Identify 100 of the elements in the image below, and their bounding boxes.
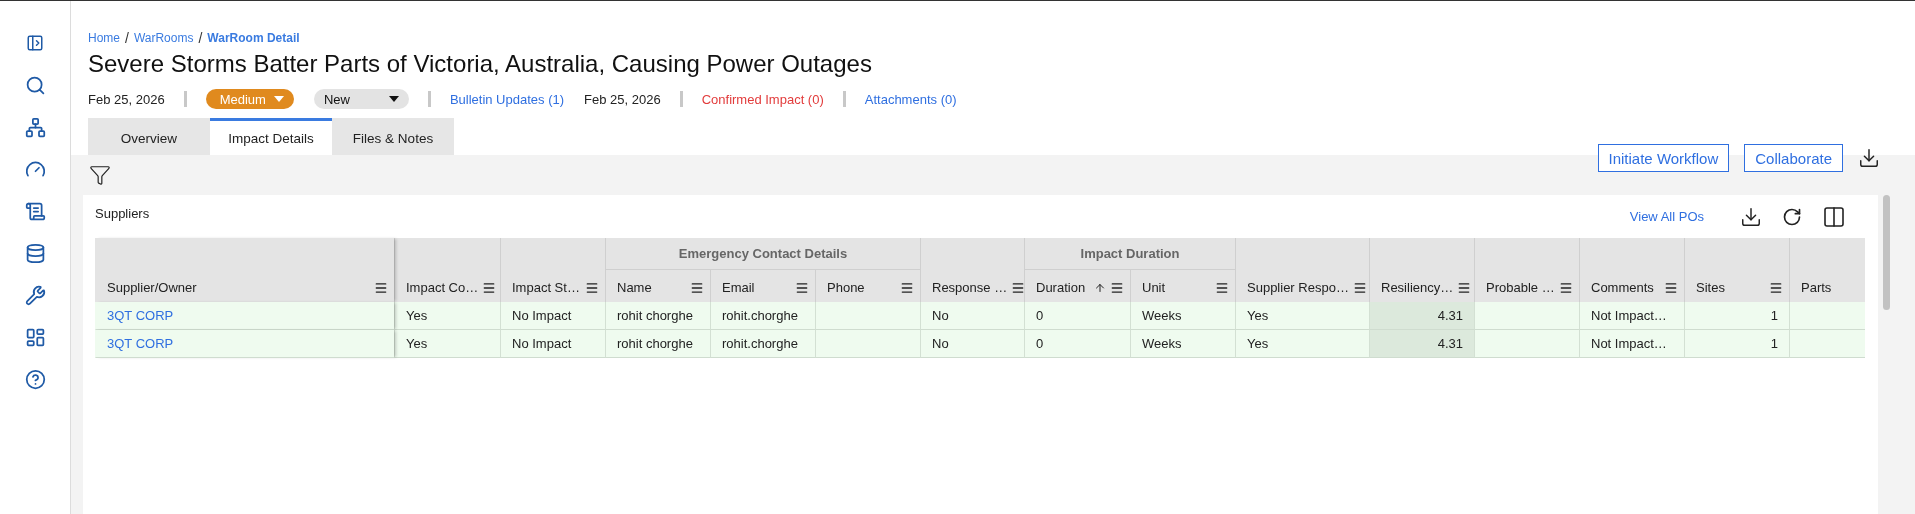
cell-text: 4.31 <box>1437 308 1463 323</box>
column-menu-icon[interactable] <box>1559 281 1573 295</box>
column-menu-icon[interactable] <box>1011 281 1026 295</box>
breadcrumb-link[interactable]: WarRoom Detail <box>207 31 300 45</box>
date-text: Feb 25, 2026 <box>584 91 661 107</box>
breadcrumb-separator: / <box>125 30 129 46</box>
status-dropdown[interactable]: New <box>313 89 409 109</box>
column-label: Parts <box>1801 280 1833 296</box>
column-menu-icon[interactable] <box>1664 281 1678 295</box>
column-header[interactable]: Email <box>710 270 815 302</box>
cell-text: No Impact <box>512 308 572 323</box>
column-menu-icon[interactable] <box>1352 281 1367 295</box>
column-label: Comments <box>1591 280 1655 296</box>
column-menu-icon[interactable] <box>900 281 914 295</box>
cell-text: No Impact <box>512 336 572 351</box>
column-header[interactable]: Unit <box>1130 270 1235 302</box>
breadcrumb-link[interactable]: Home <box>88 31 120 45</box>
action-button[interactable]: Collaborate <box>1744 144 1843 172</box>
columns-icon[interactable] <box>1822 204 1846 229</box>
column-label: Email <box>722 280 756 296</box>
card-title: Suppliers <box>95 206 150 221</box>
column-header[interactable]: Resiliency… <box>1369 238 1474 302</box>
page-title: Severe Storms Batter Parts of Victoria, Australia, Causing Power Outages <box>88 50 873 78</box>
column-menu-icon[interactable] <box>1769 281 1783 295</box>
column-header[interactable]: Supplier Respo… <box>1235 238 1369 302</box>
cell-text: Not Impact… <box>1591 308 1667 323</box>
refresh-icon[interactable] <box>1782 206 1802 227</box>
sort-ascending-icon <box>1094 282 1106 294</box>
breadcrumb-separator: / <box>198 30 203 46</box>
link[interactable]: Attachments (0) <box>864 91 957 107</box>
cell-text: 1 <box>1770 308 1778 323</box>
cell-text: rohit chorghe <box>617 308 693 323</box>
column-header[interactable]: Phone <box>815 270 920 302</box>
cell-text: No <box>932 308 949 323</box>
cell-text: rohit.chorghe <box>722 308 798 323</box>
column-header[interactable]: Duration <box>1024 270 1130 302</box>
column-menu-icon[interactable] <box>795 281 809 295</box>
column-label: Supplier/Owner <box>107 280 198 296</box>
cell-text: Yes <box>1247 308 1269 323</box>
column-label: Resiliency… <box>1381 280 1454 296</box>
cell-text: rohit.chorghe <box>722 336 798 351</box>
tab[interactable]: Overview <box>88 118 210 155</box>
cell-text: Weeks <box>1142 336 1182 351</box>
cell-text: Yes <box>406 336 428 351</box>
date-text: Feb 25, 2026 <box>88 91 165 107</box>
column-menu-icon[interactable] <box>1457 281 1472 295</box>
caret-icon <box>273 96 284 102</box>
cell-text: Weeks <box>1142 308 1182 323</box>
column-header[interactable]: Supplier/Owner <box>95 238 394 302</box>
supplier-link[interactable]: 3QT CORP <box>107 336 174 351</box>
column-menu-icon[interactable] <box>1215 281 1229 295</box>
view-all-link[interactable]: View All POs <box>1629 209 1704 224</box>
tab[interactable]: Files & Notes <box>332 118 454 155</box>
column-menu-icon[interactable] <box>1110 281 1124 295</box>
column-header[interactable]: Impact St… <box>500 238 605 302</box>
column-header[interactable]: Parts <box>1789 238 1865 302</box>
column-label: Name <box>617 280 653 296</box>
breadcrumb-link[interactable]: WarRooms <box>133 31 194 45</box>
column-label: Unit <box>1142 280 1167 296</box>
cell-text: 1 <box>1770 336 1778 351</box>
column-group-label: Impact Duration <box>1080 245 1180 262</box>
cell-text: Not Impact… <box>1591 336 1667 351</box>
cell-text: Yes <box>1247 336 1269 351</box>
column-menu-icon[interactable] <box>585 281 599 295</box>
column-menu-icon[interactable] <box>482 281 497 295</box>
network-icon[interactable] <box>23 115 47 139</box>
download-icon[interactable] <box>1858 147 1880 169</box>
cell-text: 0 <box>1036 336 1044 351</box>
column-header[interactable]: Probable … <box>1474 238 1579 302</box>
column-label: Sites <box>1696 280 1726 296</box>
help-icon[interactable] <box>23 367 47 391</box>
cell-text: No <box>932 336 949 351</box>
column-menu-icon[interactable] <box>690 281 704 295</box>
column-label: Response … <box>932 280 1008 296</box>
supplier-link[interactable]: 3QT CORP <box>107 308 174 323</box>
column-label: Impact St… <box>512 280 581 296</box>
column-header[interactable]: Impact Co… <box>394 238 500 302</box>
cell-text: 0 <box>1036 308 1044 323</box>
cell-text: rohit chorghe <box>617 336 693 351</box>
cell-text: 4.31 <box>1437 336 1463 351</box>
scrollbar-thumb[interactable] <box>1882 195 1890 310</box>
filter-icon[interactable] <box>89 164 111 186</box>
link[interactable]: Bulletin Updates (1) <box>449 91 565 107</box>
download-icon[interactable] <box>1740 205 1762 228</box>
tools-icon[interactable] <box>23 283 47 307</box>
link[interactable]: Confirmed Impact (0) <box>701 91 824 107</box>
column-header[interactable]: Sites <box>1684 238 1789 302</box>
column-label: Impact Co… <box>406 280 479 296</box>
caret-icon <box>388 96 399 102</box>
column-group-label: Emergency Contact Details <box>678 245 848 262</box>
cell-text: Yes <box>406 308 428 323</box>
column-label: Duration <box>1036 280 1087 296</box>
column-header[interactable]: Response … <box>920 238 1024 302</box>
column-menu-icon[interactable] <box>374 281 388 295</box>
column-header[interactable]: Name <box>605 270 710 302</box>
column-label: Supplier Respo… <box>1247 280 1349 296</box>
column-label: Probable … <box>1486 280 1555 296</box>
column-header[interactable]: Comments <box>1579 238 1684 302</box>
column-label: Phone <box>827 280 866 296</box>
action-button[interactable]: Initiate Workflow <box>1597 144 1730 172</box>
